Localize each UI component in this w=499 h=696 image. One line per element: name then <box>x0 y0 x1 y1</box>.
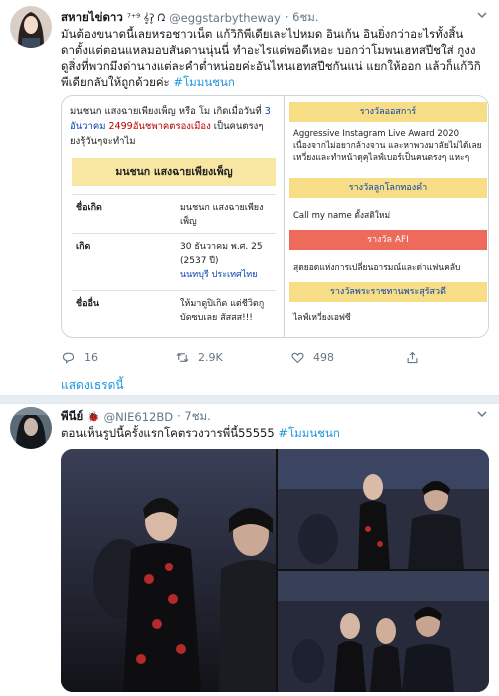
divider <box>72 233 276 234</box>
display-name[interactable]: พีนีย์ <box>61 408 83 426</box>
tweet-text: ตอนเห็นรูปนี้ครั้งแรกโคตรวงวารพี่นี้5555… <box>61 425 491 441</box>
photo-top-right[interactable] <box>278 449 489 569</box>
like-button[interactable]: 498 <box>290 350 334 365</box>
tweet-text-line: มันต้องขนาดนี้เลยหรอชาวเน็ต แก้วิกิพีเดี… <box>61 27 464 41</box>
wiki-row-value: ให้มาดูปิเกิด แต่ชีวิตกูบัดซบเลย สัสสส!!… <box>180 299 265 323</box>
tweet-1[interactable]: สหายไข่ดาว ⁷⁺⁹ 𝄞ʔ̥ ᘣ @eggstarbytheway · … <box>0 0 499 400</box>
wiki-row-value-text: 30 ธันวาคม พ.ศ. 25 (2537 ปี) <box>180 242 263 266</box>
like-count: 498 <box>313 350 334 364</box>
timestamp[interactable]: · 7ชม. <box>177 408 211 426</box>
tweet-text-line: ดูสิ่งที่พวกมึงด่านางแต่ละคำต่ำหน่อยค่ะอ… <box>61 59 481 73</box>
photo-main[interactable] <box>61 449 276 692</box>
tweet-actions: 16 2.9K 498 <box>61 348 489 366</box>
wiki-row-key: ชื่อเกิด <box>76 203 102 213</box>
avatar[interactable] <box>10 6 52 48</box>
wiki-intro-link: อันวาคม <box>70 121 109 132</box>
show-thread-link[interactable]: แสดงเธรดนี้ <box>61 376 124 395</box>
attached-photos <box>61 449 489 692</box>
wiki-award-heading: รางวัล AFI <box>289 230 487 250</box>
tweet-header: สหายไข่ดาว ⁷⁺⁹ 𝄞ʔ̥ ᘣ @eggstarbytheway · … <box>61 9 319 27</box>
reply-count: 16 <box>84 350 98 364</box>
reply-button[interactable]: 16 <box>61 350 98 365</box>
display-name[interactable]: สหายไข่ดาว <box>61 9 123 27</box>
divider <box>72 194 276 195</box>
wiki-award-heading: รางวัลลูกโลกทองคำ <box>289 178 487 198</box>
handle[interactable]: @NIE612BD <box>104 410 173 424</box>
wiki-row-value: 30 ธันวาคม พ.ศ. 25 (2537 ปี) นนทบุรี ประเ… <box>180 240 274 282</box>
chevron-down-icon[interactable] <box>475 9 489 23</box>
wiki-infobox-row: ชื่ออื่น ให้มาดูปิเกิด แต่ชีวิตกูบัดซบเล… <box>72 297 276 331</box>
timeline-divider <box>0 395 499 404</box>
retweet-count: 2.9K <box>198 350 223 364</box>
like-icon <box>291 352 304 363</box>
share-button[interactable] <box>405 350 420 365</box>
wiki-award-heading: รางวัลพระราชทานพระสุรัสวดี <box>289 282 487 302</box>
retweet-button[interactable]: 2.9K <box>175 350 223 365</box>
wiki-right-panel: รางวัลออสการ์ Aggressive Instagram Live … <box>284 96 488 337</box>
wiki-infobox-row: ชื่อเกิด มนชนก แสงฉายเพียงเพ็ญ <box>72 201 276 231</box>
tweet-text-line: ตอนเห็นรูปนี้ครั้งแรกโคตรวงวารพี่นี้5555… <box>61 426 279 440</box>
wiki-award-text: ไลฟ์เหวี่ยงเอฟซี <box>293 313 351 323</box>
retweet-icon <box>176 352 189 362</box>
attached-image-wiki[interactable]: มนชนก แสงฉายเพียงเพ็ญ หรือ โม เกิดเมื่อว… <box>61 95 489 338</box>
name-suffix: 🐞 <box>87 411 100 423</box>
photo-bottom-right[interactable] <box>278 571 489 692</box>
wiki-intro-redlink: 2499อันชพาคตรองเมือง <box>108 121 211 132</box>
chevron-down-icon[interactable] <box>475 408 489 422</box>
wiki-intro-text: มนชนก แสงฉายเพียงเพ็ญ หรือ โม เกิดเมื่อว… <box>70 106 265 117</box>
wiki-row-value: มนชนก แสงฉายเพียงเพ็ญ <box>180 203 264 227</box>
wiki-intro-text: ยงรุ้วันๆจะทำไม <box>70 136 136 147</box>
wiki-row-link: นนทบุรี ประเทศไทย <box>180 270 258 280</box>
wiki-row-key: เกิด <box>76 242 91 252</box>
tweet-text: มันต้องขนาดนี้เลยหรอชาวเน็ต แก้วิกิพีเดี… <box>61 26 491 90</box>
wiki-award-text: สุดยอดแห่งการเปลี่ยนอารมณ์และด่าแฟนคลับ <box>293 263 461 273</box>
wiki-infobox-title: มนชนก แสงฉายเพียงเพ็ญ <box>72 158 276 186</box>
wiki-award-text: Aggressive Instagram Live Award 2020 เนื… <box>293 129 482 163</box>
wiki-left-panel: มนชนก แสงฉายเพียงเพ็ญ หรือ โม เกิดเมื่อว… <box>62 96 284 337</box>
wiki-award-text: Call my name ตั้งสติใหม่ <box>293 211 391 221</box>
wiki-intro: มนชนก แสงฉายเพียงเพ็ญ หรือ โม เกิดเมื่อว… <box>70 104 280 149</box>
hashtag-link[interactable]: #โมมนชนก <box>278 426 339 440</box>
wiki-intro-text: เป็นคนตรงๆ <box>210 121 264 132</box>
tweet-text-line: ดาตั้งแต่ตอนแหลมอบสันดานนุ่นนี่ ทำอะไรแต… <box>61 43 476 57</box>
tweet-header: พีนีย์ 🐞 @NIE612BD · 7ชม. <box>61 408 211 426</box>
share-icon <box>407 351 418 363</box>
wiki-infobox-row: เกิด 30 ธันวาคม พ.ศ. 25 (2537 ปี) นนทบุรี… <box>72 240 276 288</box>
avatar[interactable] <box>10 407 52 449</box>
handle[interactable]: @eggstarbytheway <box>169 11 281 25</box>
divider <box>72 290 276 291</box>
wiki-award-heading: รางวัลออสการ์ <box>289 102 487 122</box>
reply-icon <box>62 352 75 364</box>
wiki-intro-link: 3 <box>264 106 271 117</box>
tweet-text-line: พีเดียกลับให้ถูกด้วยค่ะ <box>61 75 174 89</box>
name-suffix: ⁷⁺⁹ 𝄞ʔ̥ ᘣ <box>126 12 166 24</box>
wiki-row-key: ชื่ออื่น <box>76 299 100 309</box>
timestamp[interactable]: · 6ชม. <box>285 9 319 27</box>
hashtag-link[interactable]: #โมมนชนก <box>173 75 234 89</box>
